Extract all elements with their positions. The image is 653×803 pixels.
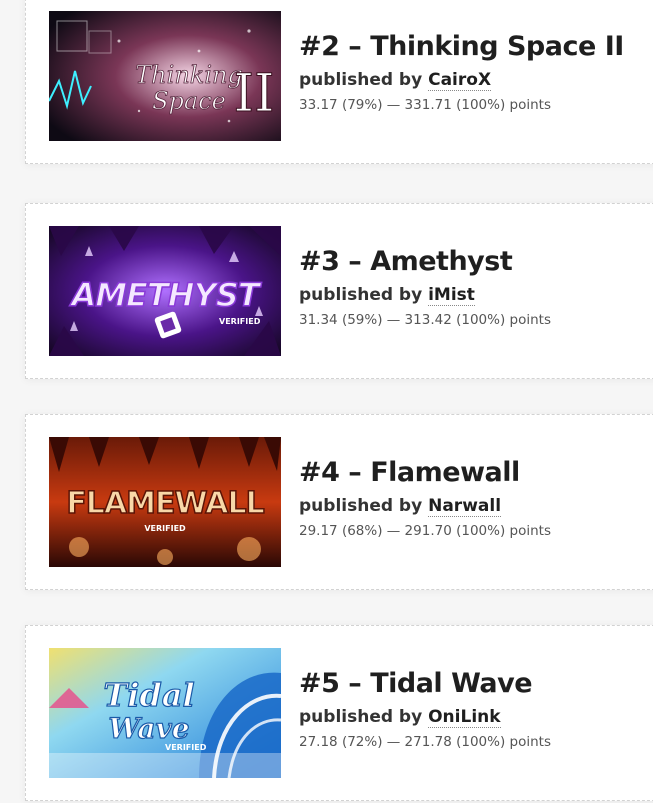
published-by: published by Narwall (299, 496, 502, 517)
level-points: 31.34 (59%) — 313.42 (100%) points (299, 312, 551, 328)
publisher-link[interactable]: CairoX (428, 70, 492, 91)
level-thumbnail[interactable]: AMETHYST VERIFIED (49, 226, 281, 356)
svg-text:AMETHYST: AMETHYST (68, 276, 261, 314)
level-title: #3 – Amethyst (299, 246, 513, 277)
level-points: 29.17 (68%) — 291.70 (100%) points (299, 523, 551, 539)
published-label: published by (299, 496, 423, 516)
level-thumbnail[interactable]: Tidal Wave VERIFIED (49, 648, 281, 778)
published-label: published by (299, 285, 423, 305)
level-points: 27.18 (72%) — 271.78 (100%) points (299, 734, 551, 750)
level-card: Tidal Wave VERIFIED #5 – Tidal Wave publ… (25, 625, 653, 801)
svg-text:II: II (233, 64, 274, 124)
level-card: FLAMEWALL VERIFIED #4 – Flamewall publis… (25, 414, 653, 590)
level-points: 33.17 (79%) — 331.71 (100%) points (299, 97, 551, 113)
published-by: published by OniLink (299, 707, 501, 728)
svg-text:Wave: Wave (108, 712, 189, 745)
published-by: published by iMist (299, 285, 475, 306)
level-thumbnail[interactable]: Thinking Space II (49, 11, 281, 141)
svg-text:VERIFIED: VERIFIED (144, 524, 186, 533)
level-title: #4 – Flamewall (299, 457, 520, 488)
level-title: #2 – Thinking Space II (299, 31, 624, 62)
svg-text:VERIFIED: VERIFIED (219, 317, 261, 326)
publisher-link[interactable]: iMist (428, 285, 475, 306)
level-card: Thinking Space II #2 – Thinking Space II… (25, 0, 653, 164)
level-title: #5 – Tidal Wave (299, 668, 533, 699)
level-card: AMETHYST VERIFIED #3 – Amethyst publishe… (25, 203, 653, 379)
published-label: published by (299, 70, 423, 90)
svg-text:FLAMEWALL: FLAMEWALL (66, 486, 264, 521)
svg-text:Space: Space (152, 87, 226, 115)
published-label: published by (299, 707, 423, 727)
svg-text:Thinking: Thinking (135, 61, 243, 89)
publisher-link[interactable]: Narwall (428, 496, 502, 517)
level-thumbnail[interactable]: FLAMEWALL VERIFIED (49, 437, 281, 567)
svg-text:Tidal: Tidal (103, 676, 194, 714)
publisher-link[interactable]: OniLink (428, 707, 501, 728)
published-by: published by CairoX (299, 70, 492, 91)
svg-text:VERIFIED: VERIFIED (165, 743, 207, 752)
